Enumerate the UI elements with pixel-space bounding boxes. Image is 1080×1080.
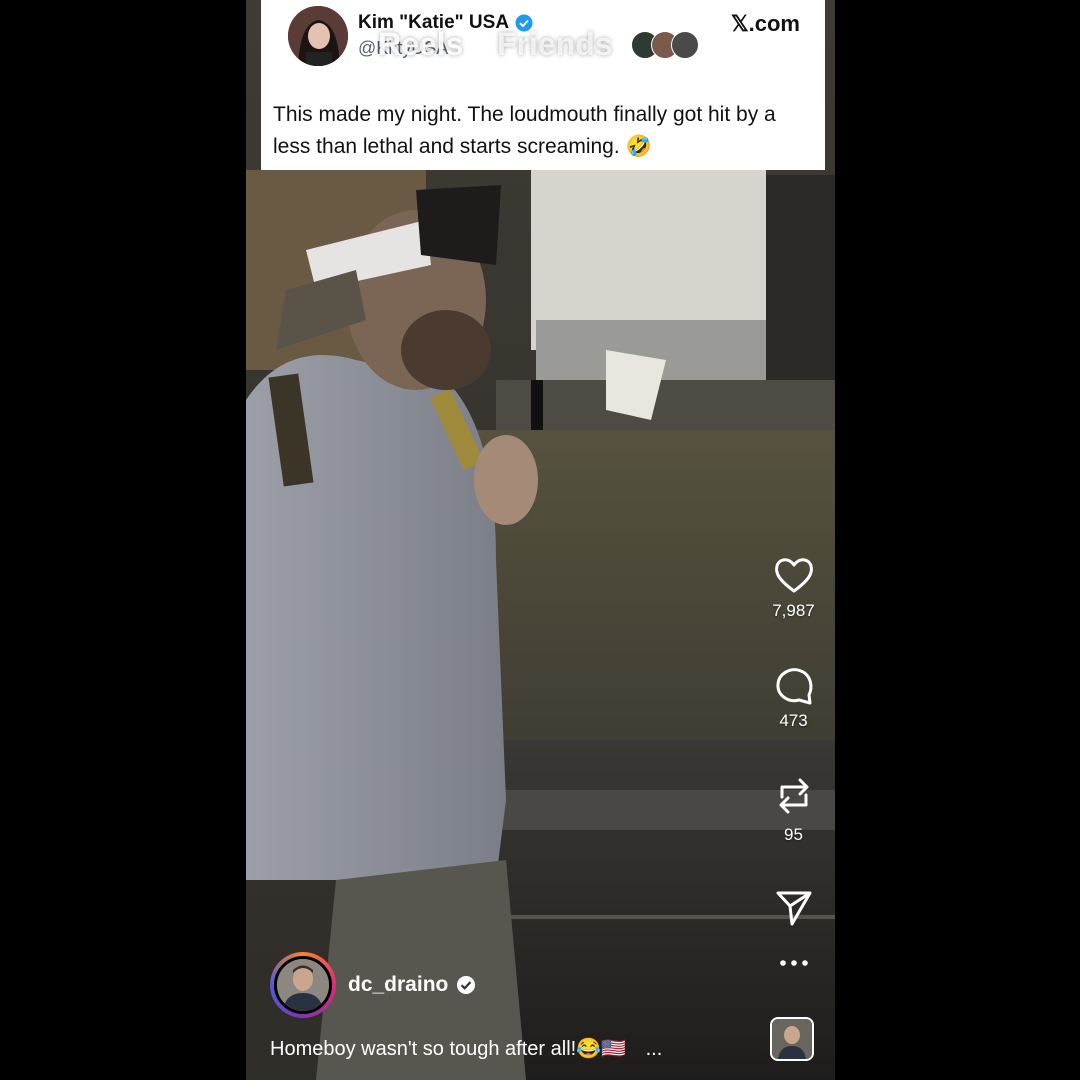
comment-count: 473 <box>779 711 808 730</box>
tab-reels[interactable]: Reels <box>378 26 463 63</box>
tweet-body-text: This made my night. The loudmouth finall… <box>273 103 776 158</box>
comment-icon[interactable] <box>773 665 815 705</box>
author-username[interactable]: dc_draino <box>348 973 448 997</box>
avatar <box>274 956 332 1014</box>
share-action[interactable] <box>761 889 826 927</box>
verified-icon <box>457 976 476 994</box>
more-options-action[interactable] <box>761 957 826 969</box>
repost-count: 95 <box>784 825 803 844</box>
friend-avatar <box>671 31 699 59</box>
like-action[interactable]: 7,987 <box>761 555 826 621</box>
back-icon[interactable] <box>270 34 286 60</box>
tab-friends[interactable]: Friends <box>497 26 613 63</box>
comment-action[interactable]: 473 <box>761 665 826 731</box>
repost-action[interactable]: 95 <box>761 773 826 845</box>
caption-text: Homeboy wasn't so tough after all!😂🇺🇸 <box>270 1038 627 1060</box>
friends-avatar-stack[interactable] <box>631 31 699 59</box>
reel-caption[interactable]: Homeboy wasn't so tough after all!😂🇺🇸 ..… <box>270 1036 662 1061</box>
filter-icon[interactable] <box>776 28 810 62</box>
reels-top-bar: Reels Friends <box>246 22 835 68</box>
more-icon[interactable] <box>779 957 809 969</box>
author-story-ring[interactable] <box>270 952 336 1018</box>
like-count: 7,987 <box>772 601 815 620</box>
audio-thumbnail[interactable] <box>770 1017 814 1061</box>
repost-icon[interactable] <box>774 773 814 819</box>
send-icon[interactable] <box>774 889 814 927</box>
reel-viewer: Kim "Katie" USA @KittyUSA 𝕏.com This mad… <box>246 0 835 1080</box>
heart-icon[interactable] <box>773 555 815 595</box>
caption-more[interactable]: ... <box>646 1038 663 1060</box>
author-row[interactable]: dc_draino <box>270 952 476 1018</box>
